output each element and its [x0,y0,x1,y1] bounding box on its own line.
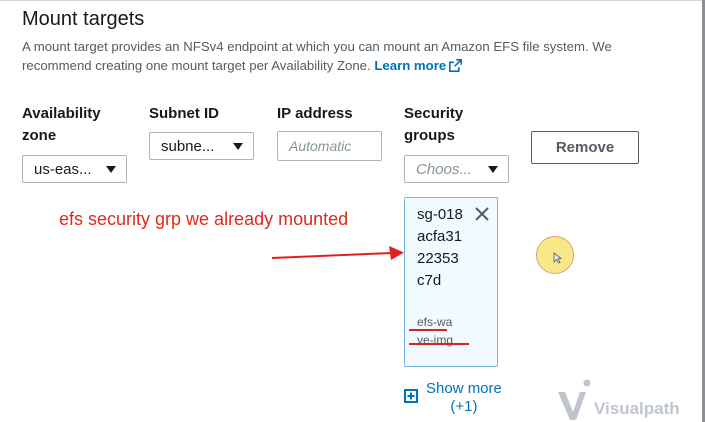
remove-button[interactable]: Remove [531,131,639,164]
annotation-arrow [271,246,404,260]
learn-more-label: Learn more [374,58,447,73]
learn-more-link[interactable]: Learn more [374,58,463,73]
show-more-label: Show more [426,380,502,397]
mouse-pointer-icon [553,252,562,264]
cursor-highlight [536,236,574,274]
az-label-line2: zone [22,127,57,144]
subnet-id-label: Subnet ID [149,105,219,122]
ip-address-label: IP address [277,105,353,122]
plus-square-icon [404,389,418,403]
caret-down-icon [488,165,498,173]
sg-label-line1: Security [404,105,464,122]
security-group-token: sg-018acfa3122353c7d efs-wave-img [404,197,498,367]
caret-down-icon [233,142,243,150]
section-description: A mount target provides an NFSv4 endpoin… [22,37,662,75]
sg-label-line2: groups [404,127,455,144]
caret-down-icon [106,165,116,173]
security-groups-select[interactable]: Choos... [404,155,509,183]
watermark-text: Visualpath [594,399,680,418]
show-more-count: (+1) [450,398,478,415]
security-groups-label: Security groups [404,103,463,147]
annotation-underline [409,329,447,331]
ip-address-placeholder: Automatic [289,138,352,154]
description-text: A mount target provides an NFSv4 endpoin… [22,39,612,73]
section-title: Mount targets [22,8,145,30]
close-icon[interactable] [473,205,491,223]
az-select-value: us-eas... [34,160,92,178]
top-divider [0,0,705,1]
annotation-text: efs security grp we already mounted [59,209,349,229]
show-more-text: Show more (+1) [426,380,502,416]
ip-address-input[interactable]: Automatic [277,131,382,161]
external-link-icon [449,59,463,72]
visualpath-logo-icon [558,379,591,420]
security-group-id: sg-018acfa3122353c7d [417,206,463,289]
availability-zone-select[interactable]: us-eas... [22,155,127,183]
subnet-id-select[interactable]: subne... [149,132,254,160]
sg-select-placeholder: Choos... [416,160,472,178]
subnet-select-value: subne... [161,137,215,155]
annotation-underline [409,343,469,345]
watermark-logo: Visualpath [556,378,686,422]
show-more-link[interactable]: Show more (+1) [404,380,502,416]
availability-zone-label: Availability zone [22,103,101,147]
az-label-line1: Availability [22,105,101,122]
